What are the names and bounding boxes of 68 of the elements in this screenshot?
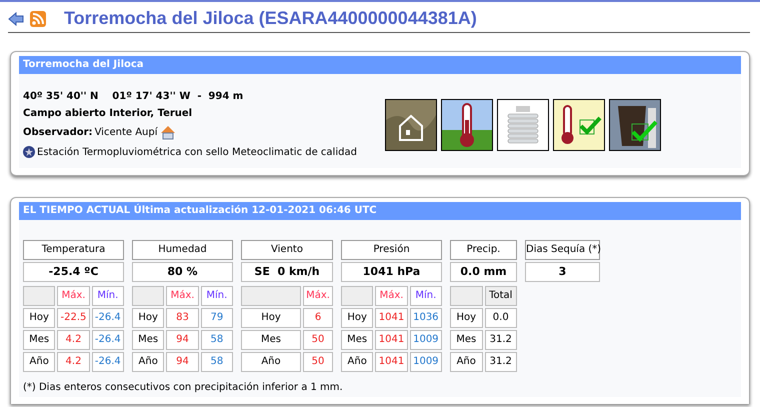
current-value: 3 (525, 262, 600, 282)
table-header: Máx. (375, 286, 408, 306)
footnote: (*) Dias enteros consecutivos con precipitación inferior a 1 mm. (23, 381, 344, 395)
table-cell: 79 (200, 308, 233, 328)
column-heading: Temperatura (23, 240, 124, 260)
current-value: -25.4 ºC (23, 262, 124, 282)
location-text: Campo abierto Interior, Teruel (23, 108, 194, 119)
table-cell: -26.4 (92, 308, 124, 328)
table-header: Máx. (166, 286, 199, 306)
column-heading: Humedad (132, 240, 233, 260)
table-cell: 50 (303, 352, 333, 372)
observer-label: Observador: (23, 127, 93, 138)
row-label: Hoy (132, 308, 164, 328)
row-label: Hoy (341, 308, 374, 328)
table-cell: 1041 (375, 308, 408, 328)
row-label: Año (450, 352, 482, 372)
table-cell: 50 (303, 330, 333, 350)
row-label: Año (132, 352, 164, 372)
row-label: Hoy (241, 308, 301, 328)
table-header: Mín. (92, 286, 124, 306)
current-value: 80 % (132, 262, 233, 282)
column-heading: Precip. (450, 240, 517, 260)
table-header: Total (484, 286, 517, 306)
row-label: Año (23, 352, 56, 372)
row-label: Hoy (450, 308, 482, 328)
table-cell: 58 (200, 352, 233, 372)
table-cell: 1041 (375, 352, 408, 372)
row-label: Mes (241, 330, 301, 350)
table-header: Mín. (200, 286, 233, 306)
table-cell: 1041 (375, 330, 408, 350)
column-heading: Presión (341, 240, 442, 260)
row-label: Año (341, 352, 374, 372)
row-label: Mes (132, 330, 164, 350)
page-title: Torremocha del Jiloca (ESARA4400000044381A) (64, 8, 477, 29)
table-cell: 1036 (410, 308, 442, 328)
row-label: Hoy (23, 308, 56, 328)
table-cell: 6 (303, 308, 333, 328)
table-cell: 1009 (410, 352, 442, 372)
quality-note: Estación Termopluviométrica con sello Meteoclimatic de calidad (37, 146, 357, 158)
table-header: Mín. (410, 286, 442, 306)
table-cell: 58 (200, 330, 233, 350)
current-value: SE 0 km/h (241, 262, 333, 282)
table-cell: 0.0 (484, 308, 517, 328)
card-header: EL TIEMPO ACTUAL Última actualización 12-01-2021 06:46 UTC (19, 202, 741, 220)
table-header: Máx. (303, 286, 333, 306)
row-label: Año (241, 352, 301, 372)
table-cell: -26.4 (92, 352, 124, 372)
table-cell: 94 (166, 330, 199, 350)
table-cell: 31.2 (484, 352, 517, 372)
table-cell: -22.5 (57, 308, 90, 328)
table-cell: 4.2 (57, 352, 90, 372)
card-header: Torremocha del Jiloca (19, 56, 741, 74)
table-cell: 4.2 (57, 330, 90, 350)
table-cell: -26.4 (92, 330, 124, 350)
column-heading: Dias Sequía (*) (525, 240, 600, 260)
row-label: Mes (23, 330, 56, 350)
current-value: 1041 hPa (341, 262, 442, 282)
row-label: Mes (450, 330, 482, 350)
observer-name: Vicente Aupí (94, 127, 158, 138)
table-header: Máx. (57, 286, 90, 306)
current-value: 0.0 mm (450, 262, 517, 282)
column-heading: Viento (241, 240, 333, 260)
row-label: Mes (341, 330, 374, 350)
table-cell: 83 (166, 308, 199, 328)
table-cell: 31.2 (484, 330, 517, 350)
coordinates-text: 40º 35' 40'' N 01º 17' 43'' W - 994 m (23, 91, 244, 102)
table-cell: 94 (166, 352, 199, 372)
table-cell: 1009 (410, 330, 442, 350)
